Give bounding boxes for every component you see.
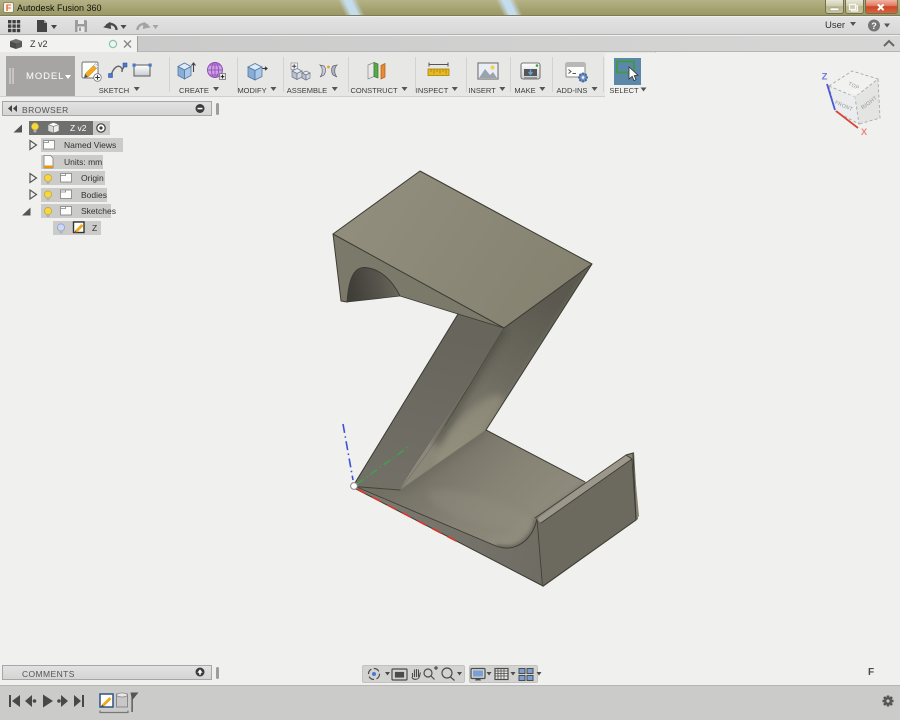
svg-text:X: X xyxy=(861,127,868,138)
svg-text:Z: Z xyxy=(822,72,828,83)
